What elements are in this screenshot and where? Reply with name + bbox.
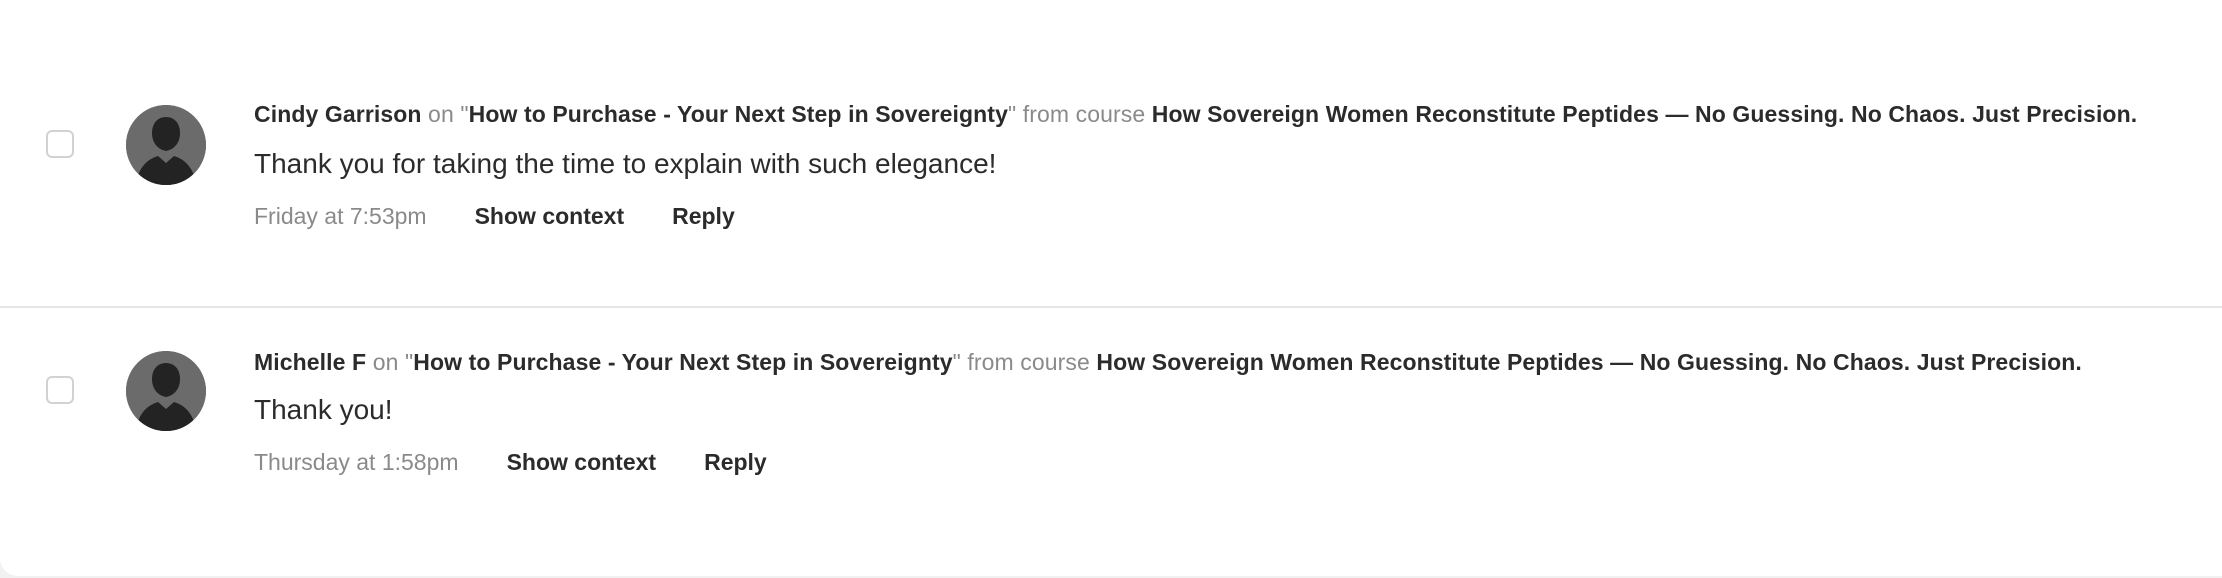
quote-close: " [952, 349, 968, 375]
lesson-link[interactable]: How to Purchase - Your Next Step in Sove… [469, 101, 1008, 127]
comment-meta: Thursday at 1:58pm Show context Reply [254, 446, 2182, 478]
comment-item: Michelle F on "How to Purchase - Your Ne… [0, 308, 2222, 568]
comment-content: Cindy Garrison on "How to Purchase - You… [254, 96, 2182, 232]
comment-item: Cindy Garrison on "How to Purchase - You… [0, 0, 2222, 308]
comment-content: Michelle F on "How to Purchase - Your Ne… [254, 344, 2182, 478]
comment-header: Cindy Garrison on "How to Purchase - You… [254, 96, 2182, 132]
select-comment-checkbox[interactable] [46, 130, 74, 158]
select-comment-checkbox[interactable] [46, 376, 74, 404]
author-name[interactable]: Michelle F [254, 349, 366, 375]
user-avatar-icon [126, 351, 206, 431]
author-name[interactable]: Cindy Garrison [254, 101, 422, 127]
on-text: on [372, 349, 399, 375]
comment-timestamp: Thursday at 1:58pm [254, 449, 459, 475]
reply-button[interactable]: Reply [672, 200, 735, 232]
from-course-text: from course [1022, 101, 1146, 127]
reply-button[interactable]: Reply [704, 446, 767, 478]
on-text: on [428, 101, 454, 127]
show-context-button[interactable]: Show context [475, 200, 625, 232]
quote-open: " [398, 349, 414, 375]
comment-header: Michelle F on "How to Purchase - Your Ne… [254, 344, 2182, 380]
course-link[interactable]: How Sovereign Women Reconstitute Peptide… [1096, 349, 2081, 375]
show-context-button[interactable]: Show context [507, 446, 657, 478]
comment-meta: Friday at 7:53pm Show context Reply [254, 200, 2182, 232]
lesson-link[interactable]: How to Purchase - Your Next Step in Sove… [413, 349, 952, 375]
comment-body: Thank you for taking the time to explain… [254, 148, 997, 179]
from-course-text: from course [967, 349, 1090, 375]
quote-open: " [453, 101, 469, 127]
comment-body: Thank you! [254, 394, 393, 425]
quote-close: " [1007, 101, 1023, 127]
comments-panel: Cindy Garrison on "How to Purchase - You… [0, 0, 2222, 576]
user-avatar-icon [126, 105, 206, 185]
comment-timestamp: Friday at 7:53pm [254, 203, 427, 229]
course-link[interactable]: How Sovereign Women Reconstitute Peptide… [1152, 101, 2137, 127]
